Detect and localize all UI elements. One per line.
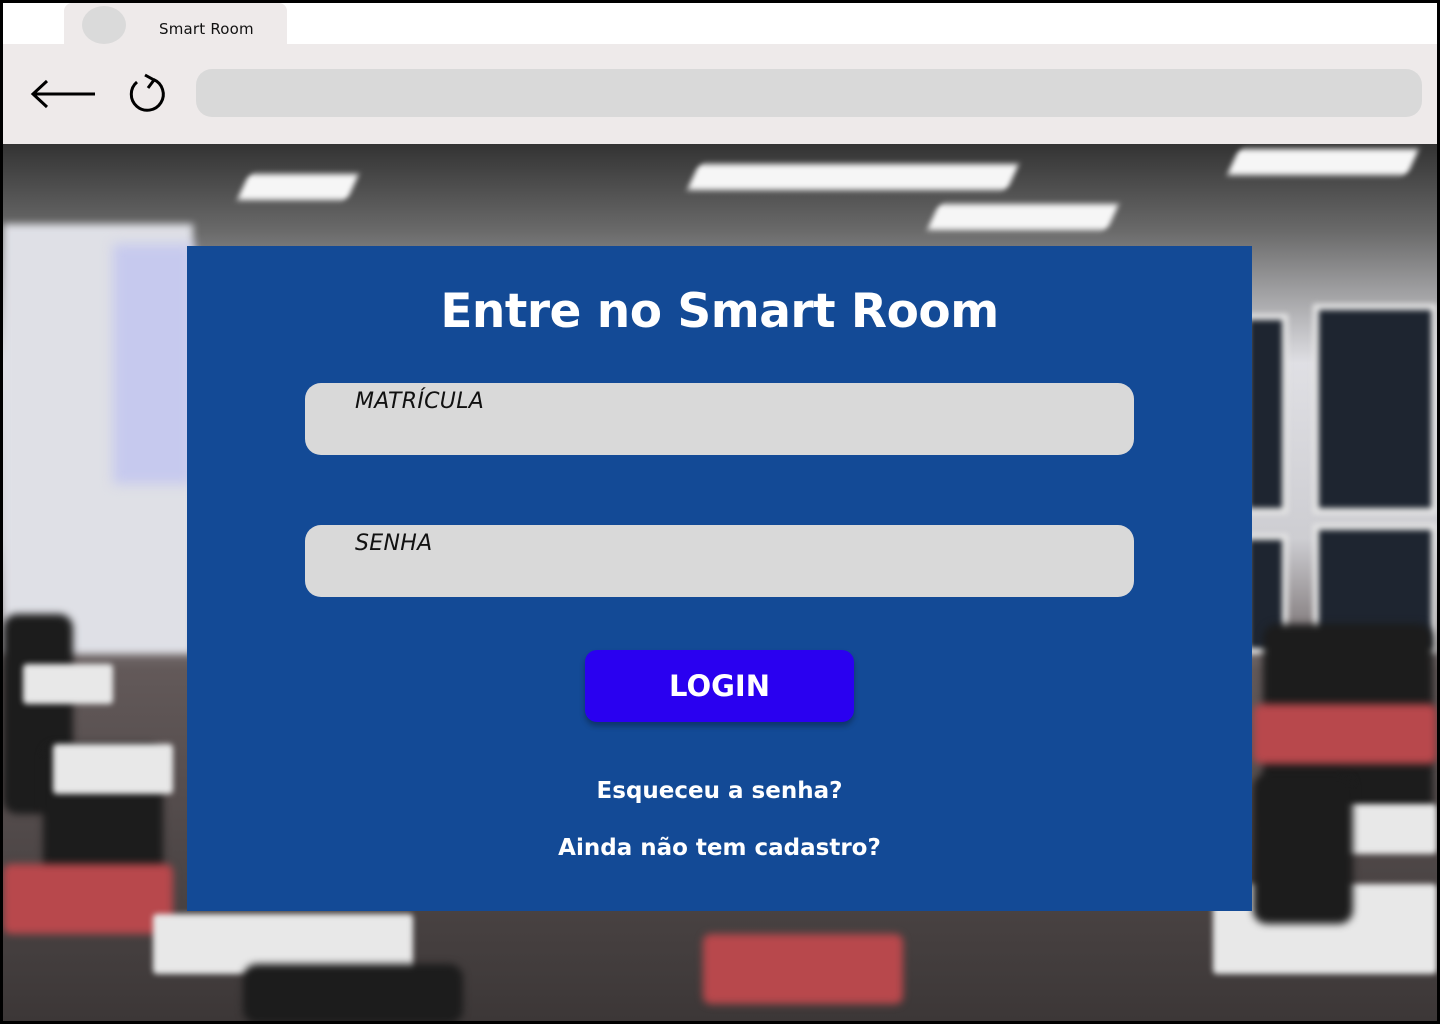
back-button[interactable] (29, 72, 99, 116)
arrow-left-icon (30, 79, 95, 109)
senha-field[interactable]: SENHA (305, 525, 1134, 597)
login-button-label: LOGIN (669, 669, 770, 703)
reload-button[interactable] (125, 72, 169, 116)
login-button[interactable]: LOGIN (585, 650, 854, 722)
matricula-placeholder: MATRÍCULA (355, 389, 485, 414)
reload-icon (129, 73, 165, 112)
forgot-password-link[interactable]: Esqueceu a senha? (187, 778, 1252, 804)
tab-strip: Smart Room (3, 3, 1437, 45)
page-title: Entre no Smart Room (440, 284, 999, 339)
favicon-icon (82, 6, 126, 44)
matricula-field[interactable]: MATRÍCULA (305, 383, 1134, 455)
address-bar[interactable] (196, 69, 1422, 117)
browser-toolbar (3, 44, 1437, 144)
browser-tab[interactable]: Smart Room (64, 3, 287, 45)
login-card: Entre no Smart Room MATRÍCULA SENHA LOGI… (187, 246, 1252, 911)
browser-window: Smart Room Entre no Smart Room MATRÍCULA… (0, 0, 1440, 1024)
tab-title: Smart Room (159, 20, 254, 38)
senha-placeholder: SENHA (355, 531, 433, 556)
signup-link[interactable]: Ainda não tem cadastro? (187, 835, 1252, 861)
